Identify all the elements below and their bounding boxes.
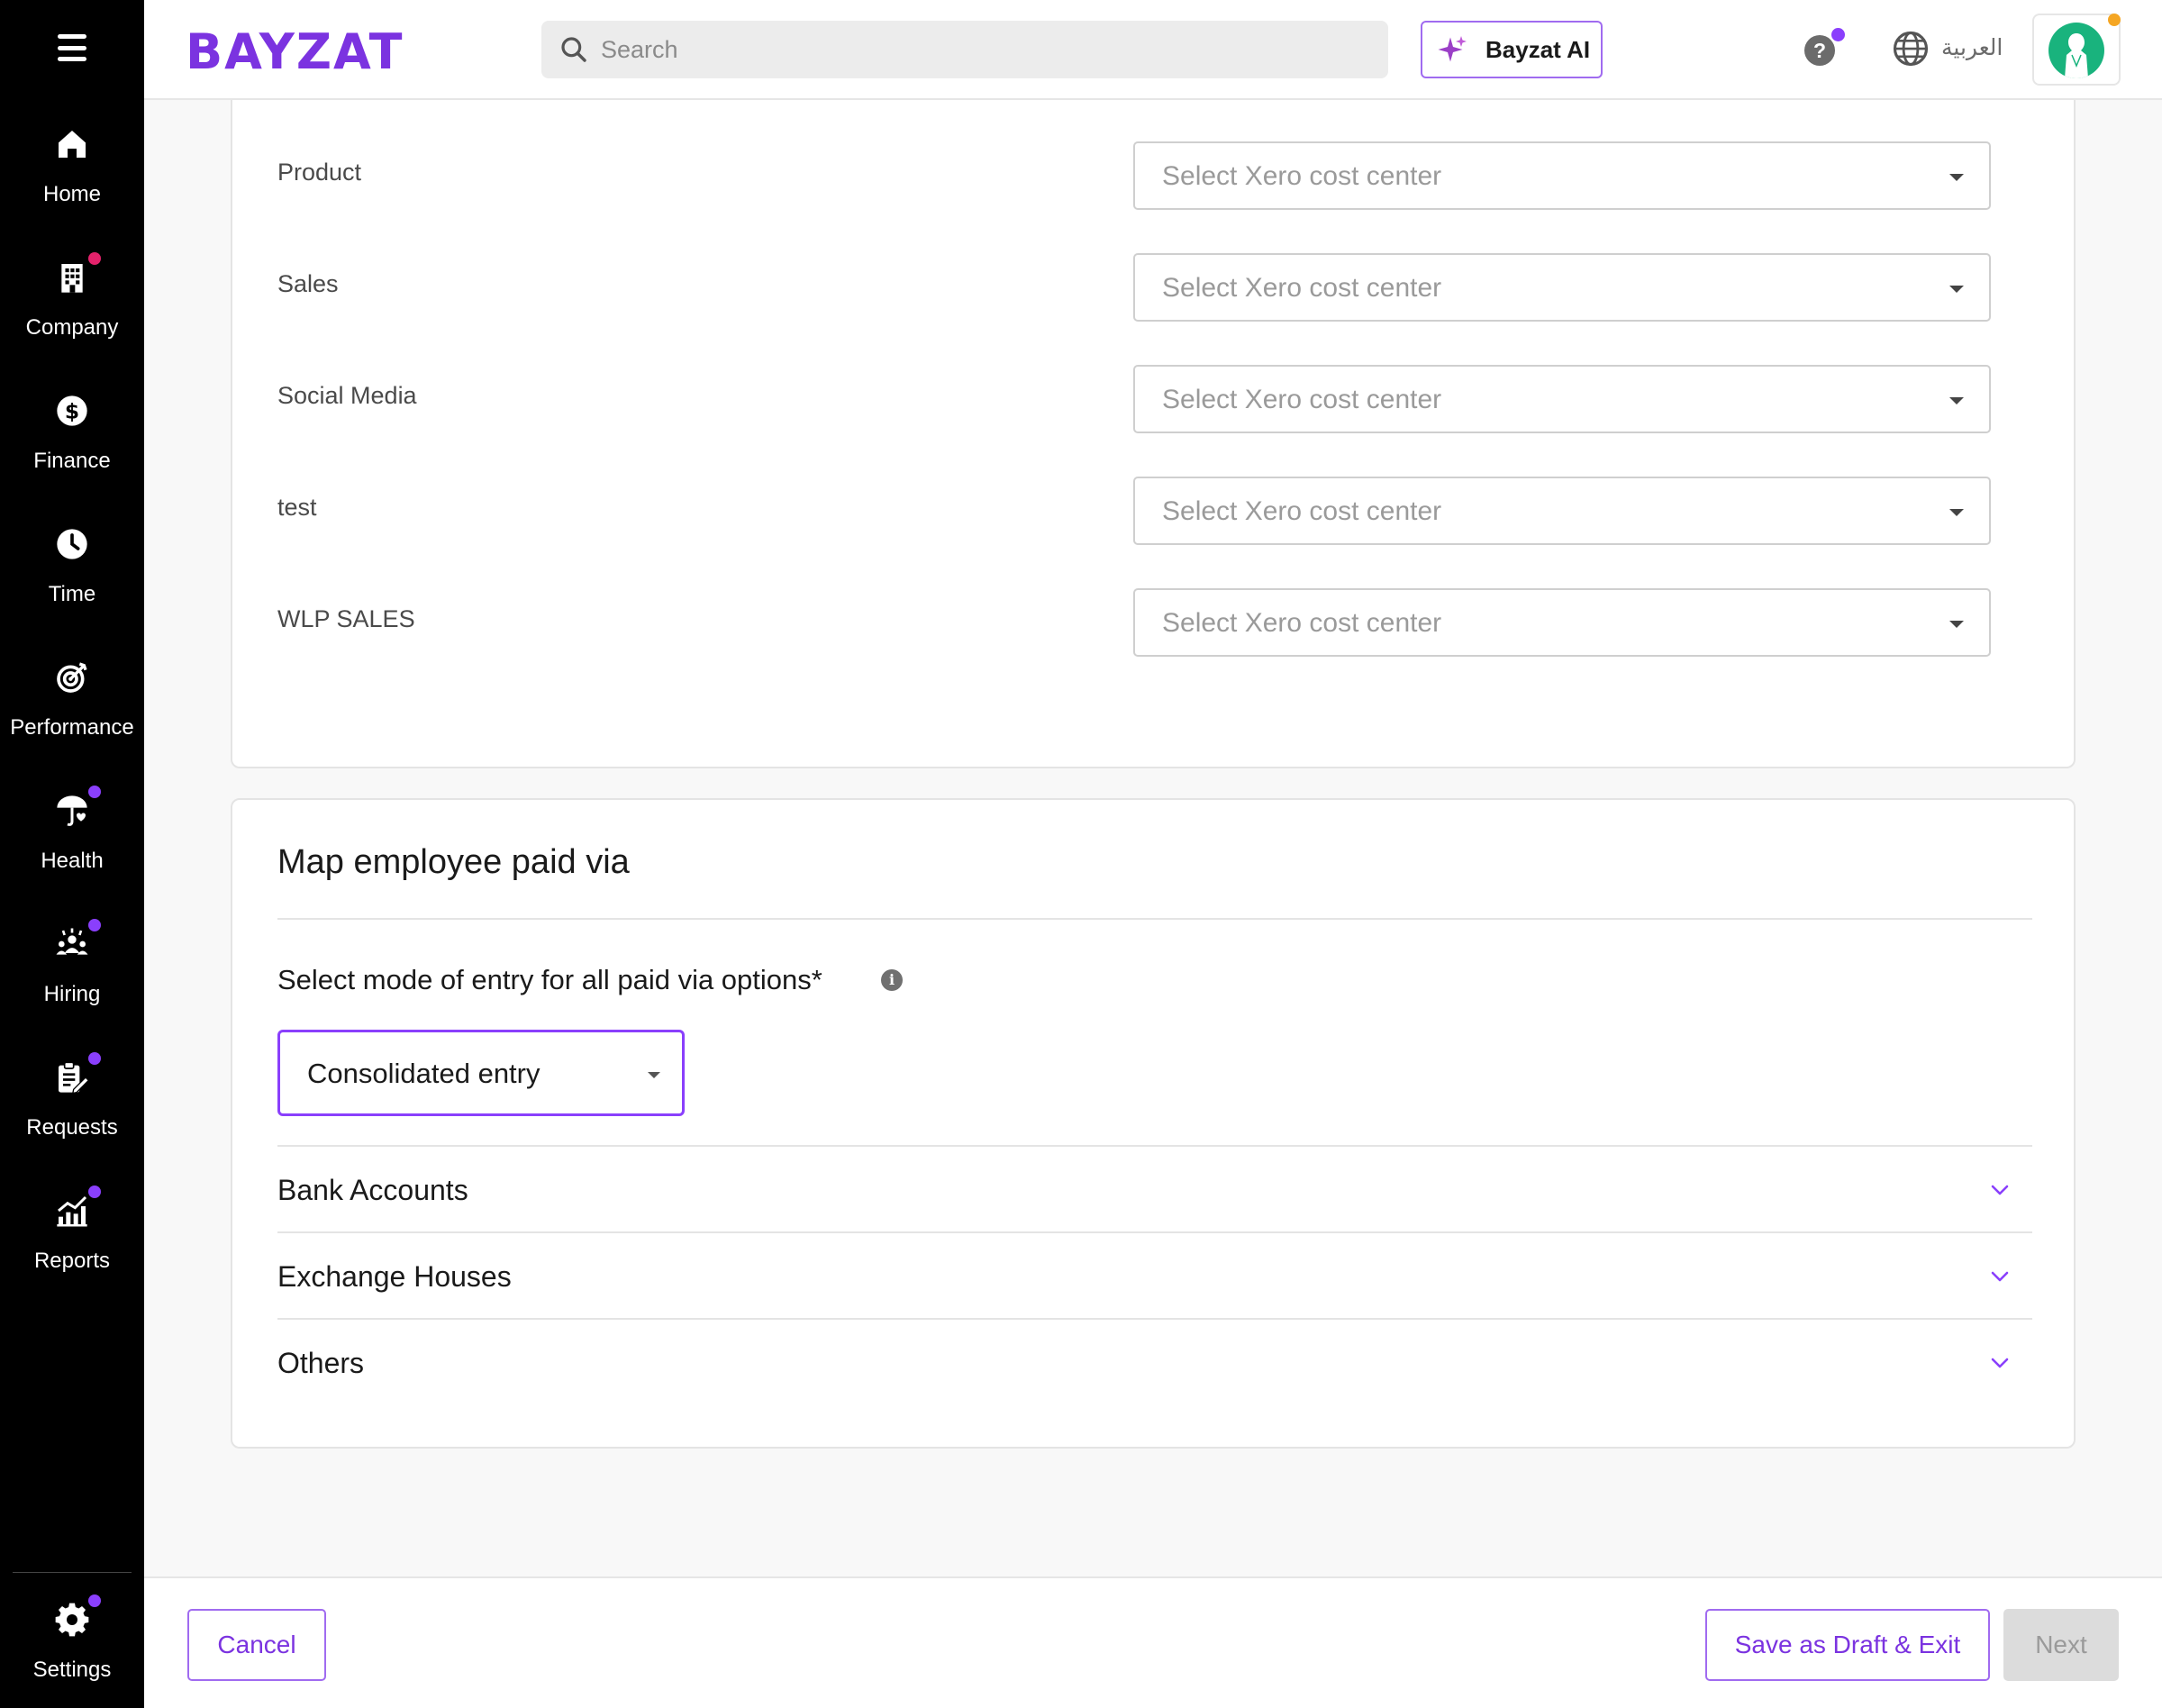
sidebar-item-company[interactable]: Company	[0, 252, 144, 386]
sidebar-item-settings[interactable]: Settings	[0, 1594, 144, 1708]
bayzat-ai-button[interactable]: Bayzat AI	[1421, 21, 1603, 78]
xero-cost-center-select[interactable]: Select Xero cost center	[1133, 588, 1991, 657]
sidebar-item-label: Home	[42, 182, 102, 206]
chevron-down-icon	[1991, 1358, 2009, 1368]
paid-via-mapping-card: Map employee paid via Select mode of ent…	[231, 798, 2076, 1449]
menu-icon[interactable]	[58, 34, 86, 61]
department-label: Social Media	[277, 382, 417, 409]
target-icon	[54, 659, 90, 695]
xero-cost-center-select[interactable]: Select Xero cost center	[1133, 253, 1991, 322]
xero-cost-center-select[interactable]: Select Xero cost center	[1133, 141, 1991, 210]
accordion-label: Others	[277, 1347, 365, 1379]
sidebar-item-label: Performance	[10, 715, 134, 740]
accordion-exchange-houses[interactable]: Exchange Houses	[277, 1231, 2032, 1318]
notification-dot	[88, 786, 101, 798]
svg-text:$: $	[65, 398, 79, 423]
caret-down-icon	[1949, 621, 1964, 628]
notification-dot	[1831, 28, 1845, 41]
sidebar-item-hiring[interactable]: Hiring	[0, 919, 144, 1052]
sidebar-item-label: Settings	[32, 1658, 112, 1682]
select-placeholder: Select Xero cost center	[1162, 161, 1442, 191]
sidebar-item-home[interactable]: Home	[0, 126, 144, 252]
ai-button-label: Bayzat AI	[1485, 35, 1591, 63]
building-icon	[54, 259, 90, 295]
avatar	[2048, 23, 2104, 78]
notification-dot	[88, 1052, 101, 1065]
mode-of-entry-select[interactable]: Consolidated entry	[277, 1030, 685, 1116]
select-placeholder: Select Xero cost center	[1162, 608, 1442, 638]
search-input[interactable]	[601, 21, 1376, 78]
department-label: Product	[277, 159, 362, 186]
people-icon	[54, 926, 90, 962]
notification-dot	[88, 919, 101, 931]
user-avatar-icon	[2065, 33, 2088, 78]
mode-of-entry-label: Select mode of entry for all paid via op…	[277, 964, 822, 995]
sidebar-item-label: Finance	[33, 449, 111, 473]
sidebar: Home Company $ Finance Time Performance …	[0, 0, 144, 1708]
sidebar-item-performance[interactable]: Performance	[0, 659, 144, 786]
select-placeholder: Select Xero cost center	[1162, 496, 1442, 526]
accordion-others[interactable]: Others	[277, 1318, 2032, 1404]
department-label: test	[277, 494, 317, 521]
caret-down-icon	[1949, 174, 1964, 181]
caret-down-icon	[1949, 509, 1964, 516]
sidebar-item-label: Company	[25, 315, 119, 340]
department-label: WLP SALES	[277, 605, 415, 632]
sidebar-item-label: Hiring	[43, 982, 101, 1006]
gear-icon	[54, 1602, 90, 1638]
help-icon[interactable]: ?	[1804, 35, 1835, 66]
bayzat-logo[interactable]: BAYZAT	[186, 23, 404, 80]
caret-down-icon	[648, 1072, 660, 1078]
umbrella-heart-icon	[54, 793, 90, 829]
status-dot	[2108, 14, 2121, 26]
sidebar-item-label: Time	[48, 582, 96, 606]
search-icon	[561, 37, 586, 62]
accordion-label: Exchange Houses	[277, 1260, 512, 1293]
accordion-bank-accounts[interactable]: Bank Accounts	[277, 1145, 2032, 1231]
language-switch[interactable]: العربية	[1941, 34, 2003, 60]
select-placeholder: Select Xero cost center	[1162, 273, 1442, 303]
select-placeholder: Select Xero cost center	[1162, 385, 1442, 414]
sidebar-item-label: Requests	[26, 1115, 118, 1140]
divider	[277, 918, 2032, 920]
section-title: Map employee paid via	[277, 843, 630, 881]
globe-icon[interactable]	[1892, 30, 1930, 68]
next-button[interactable]: Next	[2003, 1609, 2119, 1681]
xero-cost-center-select[interactable]: Select Xero cost center	[1133, 477, 1991, 545]
department-label: Sales	[277, 270, 339, 297]
chevron-down-icon	[1991, 1271, 2009, 1282]
clock-icon	[54, 526, 90, 562]
cost-center-mapping-card: Product Select Xero cost center Sales Se…	[231, 54, 2076, 768]
notification-dot	[88, 1594, 101, 1607]
sidebar-item-reports[interactable]: Reports	[0, 1186, 144, 1319]
caret-down-icon	[1949, 286, 1964, 293]
sidebar-item-requests[interactable]: Requests	[0, 1052, 144, 1186]
accordion-label: Bank Accounts	[277, 1174, 468, 1206]
selected-value: Consolidated entry	[307, 1058, 540, 1089]
sidebar-item-label: Reports	[33, 1249, 111, 1273]
sidebar-item-time[interactable]: Time	[0, 526, 144, 652]
home-icon	[54, 126, 90, 162]
top-header: BAYZAT Bayzat AI ? العربية	[144, 0, 2162, 100]
info-icon[interactable]: i	[881, 969, 903, 991]
sidebar-item-label: Health	[41, 849, 104, 873]
sidebar-item-health[interactable]: Health	[0, 786, 144, 919]
footer-bar: Cancel Save as Draft & Exit Next	[144, 1576, 2162, 1708]
search-box	[541, 21, 1388, 78]
cancel-button[interactable]: Cancel	[187, 1609, 326, 1681]
sidebar-item-finance[interactable]: $ Finance	[0, 393, 144, 519]
sidebar-divider	[13, 1572, 132, 1573]
save-draft-exit-button[interactable]: Save as Draft & Exit	[1705, 1609, 1990, 1681]
xero-cost-center-select[interactable]: Select Xero cost center	[1133, 365, 1991, 433]
dollar-icon: $	[54, 393, 90, 429]
notification-dot	[88, 252, 101, 265]
caret-down-icon	[1949, 397, 1964, 404]
chart-icon	[54, 1193, 90, 1229]
notification-dot	[88, 1186, 101, 1198]
sparkle-icon	[1438, 36, 1467, 62]
user-menu[interactable]	[2032, 14, 2121, 86]
clipboard-edit-icon	[54, 1059, 90, 1095]
chevron-down-icon	[1991, 1185, 2009, 1195]
